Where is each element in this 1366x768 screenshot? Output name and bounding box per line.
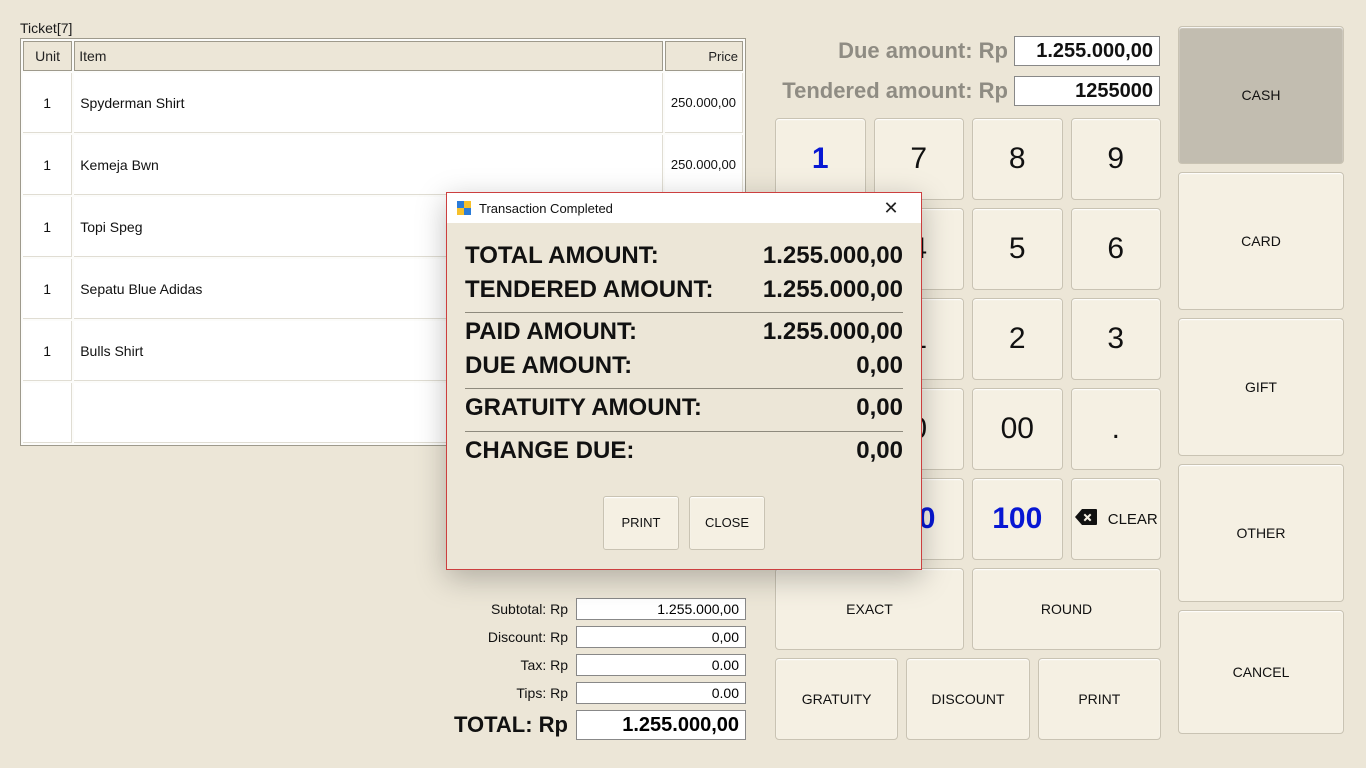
modal-change-value: 0,00	[856, 434, 903, 468]
modal-due-label: DUE AMOUNT:	[465, 349, 632, 383]
app-icon	[457, 201, 471, 215]
dialog-titlebar[interactable]: Transaction Completed ✕	[447, 193, 921, 223]
modal-gratuity-value: 0,00	[856, 391, 903, 425]
pay-gift-button[interactable]: GIFT	[1178, 318, 1344, 456]
keypad-2-bottom[interactable]: 2	[972, 298, 1063, 380]
table-row[interactable]: 1 Kemeja Bwn 250.000,00	[23, 135, 743, 195]
pay-card-button[interactable]: CARD	[1178, 172, 1344, 310]
cell-unit: 1	[23, 135, 72, 195]
modal-tendered-label: TENDERED AMOUNT:	[465, 273, 713, 307]
due-amount-field[interactable]	[1014, 36, 1160, 66]
tax-label: Tax: Rp	[521, 657, 568, 673]
modal-paid-label: PAID AMOUNT:	[465, 315, 637, 349]
cancel-button[interactable]: CANCEL	[1178, 610, 1344, 734]
modal-gratuity-label: GRATUITY AMOUNT:	[465, 391, 702, 425]
exact-button[interactable]: EXACT	[775, 568, 964, 650]
keypad-8[interactable]: 8	[972, 118, 1063, 200]
dialog-body: TOTAL AMOUNT: 1.255.000,00 TENDERED AMOUN…	[447, 223, 921, 550]
modal-tendered-value: 1.255.000,00	[763, 273, 903, 307]
amounts-panel: Due amount: Rp Tendered amount: Rp	[770, 36, 1160, 116]
modal-close-button[interactable]: CLOSE	[689, 496, 765, 550]
modal-paid-value: 1.255.000,00	[763, 315, 903, 349]
cell-item: Spyderman Shirt	[74, 73, 663, 133]
discount-button[interactable]: DISCOUNT	[906, 658, 1029, 740]
ticket-title: Ticket[7]	[20, 20, 746, 36]
subtotal-label: Subtotal: Rp	[491, 601, 568, 617]
keypad-00[interactable]: 00	[972, 388, 1063, 470]
discount-label: Discount: Rp	[488, 629, 568, 645]
print-button[interactable]: PRINT	[1038, 658, 1161, 740]
total-label: TOTAL: Rp	[454, 712, 568, 738]
backspace-icon	[1074, 505, 1098, 533]
tips-label: Tips: Rp	[516, 685, 568, 701]
clear-button[interactable]: CLEAR	[1071, 478, 1162, 560]
cell-price: 250.000,00	[665, 135, 743, 195]
keypad-7[interactable]: 7	[874, 118, 965, 200]
tendered-amount-field[interactable]	[1014, 76, 1160, 106]
tax-field[interactable]	[576, 654, 746, 676]
cell-unit: 1	[23, 321, 72, 381]
cell-price: 250.000,00	[665, 73, 743, 133]
dialog-title: Transaction Completed	[479, 201, 613, 216]
transaction-completed-dialog: Transaction Completed ✕ TOTAL AMOUNT: 1.2…	[446, 192, 922, 570]
col-header-item: Item	[74, 41, 663, 71]
cell-unit: 1	[23, 197, 72, 257]
modal-change-label: CHANGE DUE:	[465, 434, 634, 468]
due-amount-label: Due amount: Rp	[838, 38, 1008, 64]
tendered-amount-label: Tendered amount: Rp	[782, 78, 1008, 104]
round-button[interactable]: ROUND	[972, 568, 1161, 650]
cell-unit: 1	[23, 259, 72, 319]
totals-panel: Subtotal: Rp Discount: Rp Tax: Rp Tips: …	[20, 598, 746, 746]
keypad-3-bottom[interactable]: 3	[1071, 298, 1162, 380]
clear-label: CLEAR	[1108, 511, 1158, 528]
col-header-unit: Unit	[23, 41, 72, 71]
keypad-1[interactable]: 1	[775, 118, 866, 200]
keypad-5[interactable]: 5	[972, 208, 1063, 290]
col-header-price: Price	[665, 41, 743, 71]
keypad-9[interactable]: 9	[1071, 118, 1162, 200]
modal-total-label: TOTAL AMOUNT:	[465, 239, 659, 273]
close-icon[interactable]: ✕	[871, 198, 911, 219]
discount-field[interactable]	[576, 626, 746, 648]
table-row[interactable]: 1 Spyderman Shirt 250.000,00	[23, 73, 743, 133]
keypad-dot[interactable]: .	[1071, 388, 1162, 470]
pay-other-button[interactable]: OTHER	[1178, 464, 1344, 602]
keypad-6[interactable]: 6	[1071, 208, 1162, 290]
quick-100[interactable]: 100	[972, 478, 1063, 560]
tips-field[interactable]	[576, 682, 746, 704]
cell-item: Kemeja Bwn	[74, 135, 663, 195]
pay-cash-button[interactable]: CASH	[1178, 26, 1344, 164]
modal-total-value: 1.255.000,00	[763, 239, 903, 273]
gratuity-button[interactable]: GRATUITY	[775, 658, 898, 740]
payment-methods: CASH CARD GIFT OTHER CANCEL	[1178, 26, 1344, 734]
modal-print-button[interactable]: PRINT	[603, 496, 679, 550]
subtotal-field[interactable]	[576, 598, 746, 620]
total-field[interactable]	[576, 710, 746, 740]
cell-unit: 1	[23, 73, 72, 133]
modal-due-value: 0,00	[856, 349, 903, 383]
